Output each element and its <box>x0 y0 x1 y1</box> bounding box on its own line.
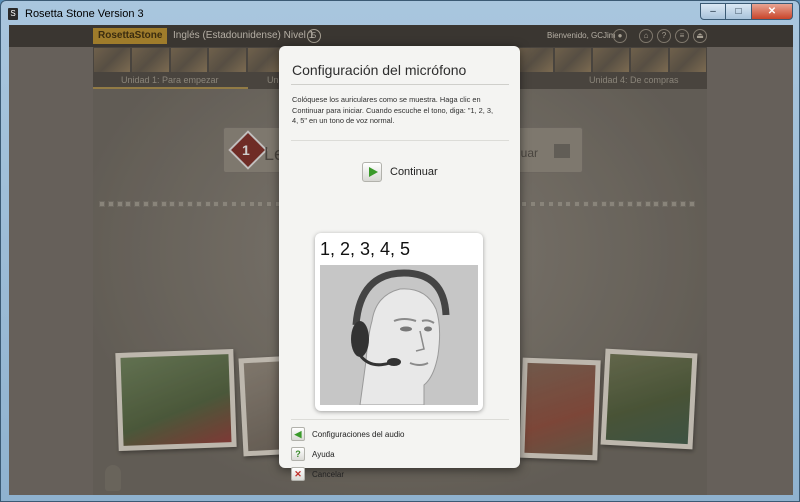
maximize-button[interactable]: □ <box>726 3 751 20</box>
continue-button[interactable]: Continuar <box>362 162 438 182</box>
audio-settings-label: Configuraciones del audio <box>312 429 405 439</box>
head-with-headset-image <box>320 265 478 405</box>
illustration-count-text: 1, 2, 3, 4, 5 <box>320 239 411 259</box>
app-client-area: RosettaStone Inglés (Estadounidense) Niv… <box>9 25 793 495</box>
window-controls: – □ ✕ <box>700 3 793 21</box>
dialog-title: Configuración del micrófono <box>292 62 467 78</box>
divider <box>291 84 509 85</box>
divider <box>291 140 509 141</box>
divider <box>291 419 509 420</box>
headset-illustration: 1, 2, 3, 4, 5 <box>315 233 483 411</box>
dialog-instructions: Colóquese los auriculares como se muestr… <box>292 95 494 125</box>
help-icon: ? <box>291 447 305 461</box>
window-title: Rosetta Stone Version 3 <box>25 8 144 20</box>
continue-label: Continuar <box>390 166 438 178</box>
app-icon: S <box>8 8 18 20</box>
minimize-button[interactable]: – <box>700 3 726 20</box>
microphone-setup-dialog: Configuración del micrófono Colóquese lo… <box>279 46 520 481</box>
help-label: Ayuda <box>312 449 335 459</box>
help-option[interactable]: ? Ayuda <box>291 447 335 461</box>
cancel-label: Cancelar <box>312 469 345 479</box>
speaker-icon: ◀ <box>291 427 305 441</box>
cancel-icon: ✕ <box>291 467 305 481</box>
title-bar[interactable]: S Rosetta Stone Version 3 – □ ✕ <box>1 1 799 25</box>
play-icon <box>362 162 382 182</box>
application-window: S Rosetta Stone Version 3 – □ ✕ RosettaS… <box>0 0 800 502</box>
cancel-option[interactable]: ✕ Cancelar <box>291 467 344 481</box>
audio-settings-option[interactable]: ◀ Configuraciones del audio <box>291 427 405 441</box>
close-button[interactable]: ✕ <box>751 3 793 20</box>
